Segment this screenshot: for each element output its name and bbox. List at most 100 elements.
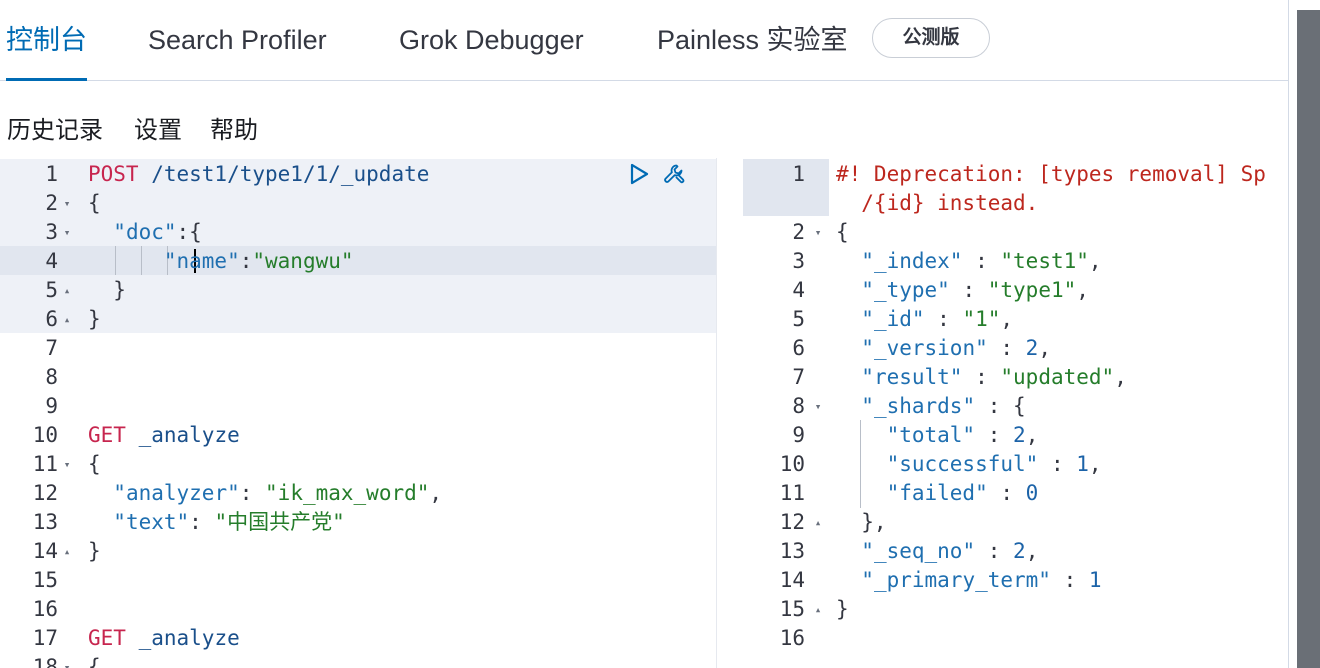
code-token: _analyze [125, 626, 240, 650]
settings-link[interactable]: 设置 [134, 110, 182, 145]
line-number: 7 [45, 336, 58, 360]
code-token: : [975, 423, 1014, 447]
window-edge [1288, 0, 1320, 668]
code-token: "updated" [1000, 365, 1115, 389]
code-token: "ik_max_word" [265, 481, 430, 505]
code-token: : { [975, 394, 1026, 418]
code-token: GET [88, 423, 126, 447]
unfold-toggle-icon[interactable]: ▴ [811, 595, 825, 624]
line-number: 18 [32, 655, 58, 668]
line-number: 9 [792, 423, 805, 447]
fold-toggle-icon[interactable]: ▾ [60, 653, 74, 668]
code-token: "type1" [987, 278, 1077, 302]
code-token: "_version" [861, 336, 988, 360]
code-token: , [1038, 336, 1051, 360]
line-number: 2 [792, 220, 805, 244]
line-number: 6 [45, 307, 58, 331]
code-token: "failed" [886, 481, 988, 505]
tab-search-profiler[interactable]: Search Profiler [148, 0, 327, 80]
play-icon[interactable] [627, 162, 651, 186]
code-line: 10 "successful" : 1, [743, 450, 1288, 479]
code-token: : [1050, 568, 1089, 592]
editor-resizer[interactable] [716, 158, 744, 668]
code-token: : [987, 481, 1026, 505]
fold-toggle-icon[interactable]: ▾ [60, 189, 74, 218]
line-number: 15 [779, 597, 805, 621]
code-line: 6 "_version" : 2, [743, 334, 1288, 363]
code-token: "中国共产党" [214, 510, 345, 534]
line-number: 7 [792, 365, 805, 389]
code-token: 2 [1025, 336, 1039, 360]
code-line: 1 #! Deprecation: [types removal] Sp [743, 160, 1288, 189]
code-token: GET [88, 626, 126, 650]
code-token: 2 [1013, 539, 1026, 563]
code-token: , [1076, 278, 1089, 302]
window-scrollbar[interactable] [1297, 0, 1320, 668]
help-link[interactable]: 帮助 [210, 110, 258, 145]
fold-toggle-icon[interactable]: ▾ [60, 218, 74, 247]
code-line: 3 ▾ "doc":{ [0, 218, 716, 247]
tab-console[interactable]: 控制台 [6, 0, 87, 81]
wrench-icon[interactable] [662, 162, 686, 186]
code-text: #! Deprecation: [types removal] Sp [836, 160, 1266, 189]
fold-toggle-icon[interactable]: ▾ [60, 450, 74, 479]
code-token: { [88, 452, 101, 476]
code-text: GET _analyze [88, 421, 240, 450]
code-text: "_id" : "1", [836, 305, 1013, 334]
code-token: } [836, 597, 849, 621]
unfold-toggle-icon[interactable]: ▴ [60, 305, 74, 334]
line-number: 1 [45, 162, 58, 186]
code-line: 3 "_index" : "test1", [743, 247, 1288, 276]
code-token: #! Deprecation: [types removal] Sp [836, 162, 1266, 186]
code-text: "_seq_no" : 2, [836, 537, 1038, 566]
tab-grok-debugger[interactable]: Grok Debugger [399, 0, 584, 80]
code-line: 17 GET _analyze [0, 624, 716, 653]
code-text: "_index" : "test1", [836, 247, 1101, 276]
code-line: 14 "_primary_term" : 1 [743, 566, 1288, 595]
code-line: 6 ▴} [0, 305, 716, 334]
unfold-toggle-icon[interactable]: ▴ [811, 508, 825, 537]
code-token: : [239, 481, 266, 505]
line-number: 5 [792, 307, 805, 331]
code-token: : [189, 510, 215, 534]
code-token: "_index" [861, 249, 963, 273]
request-editor[interactable]: 1 POST /test1/type1/1/_update 2 ▾{3 ▾ "doc":… [0, 158, 716, 668]
line-number: 14 [32, 539, 58, 563]
line-number: 3 [792, 249, 805, 273]
code-token: "test1" [1000, 249, 1089, 273]
code-token: }, [836, 510, 887, 534]
history-link[interactable]: 历史记录 [7, 110, 103, 145]
unfold-toggle-icon[interactable]: ▴ [60, 537, 74, 566]
code-token: 1 [1088, 568, 1102, 592]
code-line: 9 [0, 392, 716, 421]
code-text: } [88, 537, 101, 566]
unfold-toggle-icon[interactable]: ▴ [60, 276, 74, 305]
beta-badge: 公测版 [872, 18, 990, 58]
code-token: } [88, 278, 126, 302]
line-number: 3 [45, 220, 58, 244]
code-line: 16 [743, 624, 1288, 653]
code-line: 2 ▾ { [0, 189, 716, 218]
code-line: 2 ▾ { [743, 218, 1288, 247]
code-token: : [1038, 452, 1077, 476]
line-number: 1 [792, 162, 805, 186]
tab-painless-lab[interactable]: Painless 实验室 [657, 0, 848, 80]
fold-toggle-icon[interactable]: ▾ [811, 218, 825, 247]
code-line: 12 ▴ }, [743, 508, 1288, 537]
code-text: "total" : 2, [836, 421, 1039, 450]
code-text: "failed" : 0 [836, 479, 1039, 508]
code-line: 13 "_seq_no" : 2, [743, 537, 1288, 566]
code-line: 10 GET _analyze [0, 421, 716, 450]
code-token: : [962, 365, 1001, 389]
fold-toggle-icon[interactable]: ▾ [811, 392, 825, 421]
line-number: 10 [779, 452, 805, 476]
code-token: : [962, 249, 1001, 273]
